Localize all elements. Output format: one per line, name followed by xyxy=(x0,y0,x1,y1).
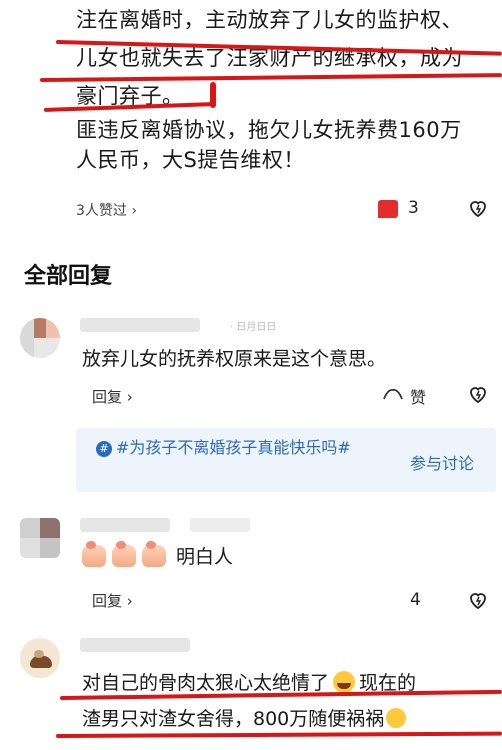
avatar[interactable] xyxy=(20,318,60,358)
section-title: 全部回复 xyxy=(24,264,113,289)
likers-link[interactable]: 3人赞过 › xyxy=(76,200,137,220)
clap-emoji-icon xyxy=(112,540,136,567)
like-button[interactable]: 赞 xyxy=(382,384,426,408)
post-line-1: 注在离婚时，主动放弃了儿女的监护权、 xyxy=(76,8,463,32)
heart-icon[interactable] xyxy=(466,196,490,224)
comment-text: 明白人 xyxy=(176,546,234,568)
user-badge xyxy=(190,518,250,532)
avatar[interactable] xyxy=(20,518,60,558)
hash-badge-icon: # xyxy=(96,440,112,457)
comment-text: 渣男只对渣女舍得，800万随便祸祸 xyxy=(82,708,385,730)
like-label: 赞 xyxy=(410,388,427,407)
post-line-5: 人民币，大S提告维权！ xyxy=(76,148,305,172)
topic-label: #为孩子不离婚孩子真能快乐吗# xyxy=(116,438,351,457)
annotation-underline xyxy=(39,73,502,82)
laugh-cry-emoji-icon xyxy=(386,707,407,728)
like-count: 4 xyxy=(410,590,421,610)
like-icon[interactable] xyxy=(378,200,398,218)
annotation-underline xyxy=(55,731,502,738)
avatar[interactable] xyxy=(20,638,60,678)
comment-text: 放弃儿女的抚养权原来是这个意思。 xyxy=(82,348,387,370)
comment-content: 明白人 xyxy=(82,540,234,569)
username-blurred[interactable] xyxy=(80,518,170,532)
post-line-4: 匪违反离婚协议，拖欠儿女抚养费160万 xyxy=(76,118,462,142)
heart-icon[interactable] xyxy=(466,382,490,410)
topic-card[interactable]: # #为孩子不离婚孩子真能快乐吗# 参与讨论 xyxy=(76,428,496,492)
annotation-stroke xyxy=(210,82,216,108)
like-count: 3 xyxy=(408,198,419,218)
clap-emoji-icon xyxy=(142,540,166,567)
heart-icon[interactable] xyxy=(466,588,490,616)
like-icon xyxy=(383,389,403,400)
join-discussion-link[interactable]: 参与讨论 xyxy=(410,450,474,474)
reply-button[interactable]: 回复 › xyxy=(92,590,133,611)
username-blurred[interactable] xyxy=(80,638,190,652)
username-blurred[interactable] xyxy=(80,318,200,332)
user-badge: · 日月日日 xyxy=(230,322,277,333)
clap-emoji-icon xyxy=(82,540,106,567)
reply-button[interactable]: 回复 › xyxy=(92,386,133,407)
comment-line-2: 渣男只对渣女舍得，800万随便祸祸 xyxy=(82,704,407,731)
topic-text[interactable]: # #为孩子不离婚孩子真能快乐吗# xyxy=(96,436,366,460)
comment-text: 对自己的骨肉太狠心太绝情了 xyxy=(82,672,330,694)
laugh-cry-emoji-icon xyxy=(333,670,356,693)
